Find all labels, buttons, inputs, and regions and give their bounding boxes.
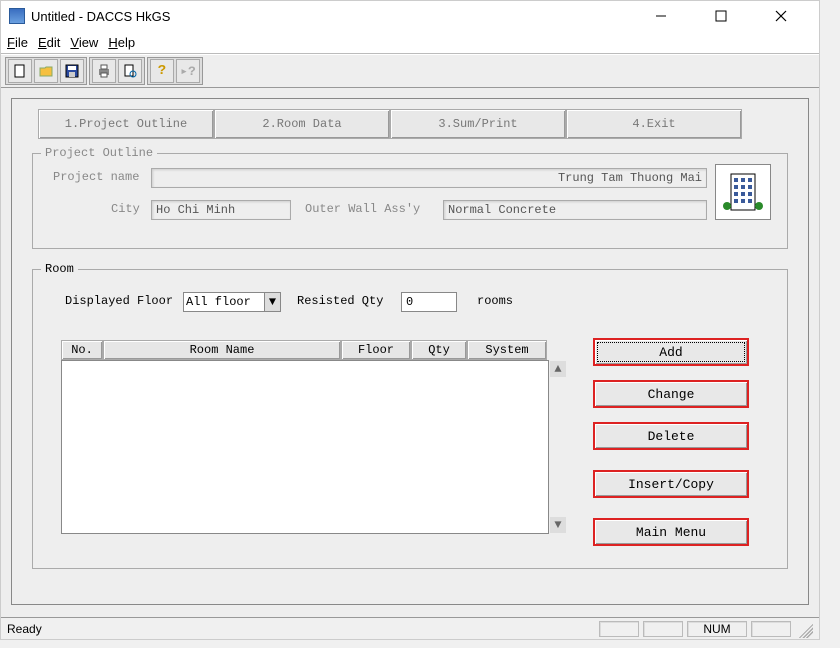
maximize-button[interactable] [701,4,741,28]
preview-icon [123,64,137,78]
col-qty[interactable]: Qty [411,340,467,360]
toolbar-help[interactable]: ? [150,59,174,83]
resize-grip-icon[interactable] [795,620,813,638]
menu-help[interactable]: Help [108,35,135,50]
maximize-icon [715,10,727,22]
resisted-qty-field[interactable]: 0 [401,292,457,312]
toolbar-open[interactable] [34,59,58,83]
scroll-up-icon[interactable]: ▲ [550,361,566,377]
displayed-floor-label: Displayed Floor [65,294,173,308]
client-area: ? ▸? 1.Project Outline 2.Room Data 3.Sum… [1,53,819,617]
wall-label: Outer Wall Ass'y [305,202,420,216]
main-window: Untitled - DACCS HkGS File Edit View Hel… [0,0,820,640]
col-name[interactable]: Room Name [103,340,341,360]
toolbar-group-print [89,57,145,85]
content-area: 1.Project Outline 2.Room Data 3.Sum/Prin… [11,98,809,605]
app-icon [9,8,25,24]
add-button[interactable]: Add [593,338,749,366]
save-icon [65,64,79,78]
toolbar-preview[interactable] [118,59,142,83]
close-button[interactable] [761,4,801,28]
project-name-label: Project name [53,170,139,184]
toolbar-group-help: ? ▸? [147,57,203,85]
toolbar-print[interactable] [92,59,116,83]
resisted-qty-value: 0 [406,295,413,309]
status-num: NUM [687,621,747,637]
print-icon [97,64,111,78]
titlebar: Untitled - DACCS HkGS [1,1,819,31]
toolbar-group-file [5,57,87,85]
nav-tabs: 1.Project Outline 2.Room Data 3.Sum/Prin… [38,109,742,139]
toolbar: ? ▸? [1,54,819,88]
status-cell-1 [599,621,639,637]
tab-room-data[interactable]: 2.Room Data [214,109,390,139]
delete-button[interactable]: Delete [593,422,749,450]
group-project-legend: Project Outline [41,146,157,160]
tab-exit[interactable]: 4.Exit [566,109,742,139]
rooms-suffix: rooms [477,294,513,308]
window-controls [641,4,801,28]
main-menu-button[interactable]: Main Menu [593,518,749,546]
status-cell-3 [751,621,791,637]
statusbar: Ready NUM [1,617,819,639]
status-cell-2 [643,621,683,637]
new-icon [13,64,27,78]
col-floor[interactable]: Floor [341,340,411,360]
chevron-down-icon: ▼ [264,293,280,311]
minimize-icon [655,10,667,22]
wall-field[interactable] [443,200,707,220]
group-project-outline: Project Outline Project name City Outer … [32,153,788,249]
menu-file[interactable]: File [7,35,28,50]
menu-edit[interactable]: Edit [38,35,60,50]
building-svg-icon [721,170,765,214]
menu-view[interactable]: View [70,35,98,50]
project-name-field[interactable] [151,168,707,188]
col-no[interactable]: No. [61,340,103,360]
city-label: City [111,202,140,216]
col-system[interactable]: System [467,340,547,360]
menubar: File Edit View Help [1,31,819,53]
window-title: Untitled - DACCS HkGS [31,9,641,24]
city-field[interactable] [151,200,291,220]
displayed-floor-value: All floor [186,295,251,309]
tab-sum-print[interactable]: 3.Sum/Print [390,109,566,139]
tab-project-outline[interactable]: 1.Project Outline [38,109,214,139]
change-button[interactable]: Change [593,380,749,408]
toolbar-new[interactable] [8,59,32,83]
context-help-icon: ▸? [180,64,196,79]
insert-copy-button[interactable]: Insert/Copy [593,470,749,498]
resisted-qty-label: Resisted Qty [297,294,383,308]
status-ready: Ready [7,622,42,636]
close-icon [775,10,787,22]
help-icon: ? [158,63,166,79]
building-icon [715,164,771,220]
displayed-floor-dropdown[interactable]: All floor ▼ [183,292,281,312]
toolbar-context-help[interactable]: ▸? [176,59,200,83]
open-icon [39,64,53,78]
group-room-legend: Room [41,262,78,276]
toolbar-save[interactable] [60,59,84,83]
minimize-button[interactable] [641,4,681,28]
group-room: Room Displayed Floor All floor ▼ Resiste… [32,269,788,569]
room-table-body: ▲ ▼ [61,360,549,534]
room-table-header: No. Room Name Floor Qty System [61,340,547,360]
scroll-down-icon[interactable]: ▼ [550,517,566,533]
